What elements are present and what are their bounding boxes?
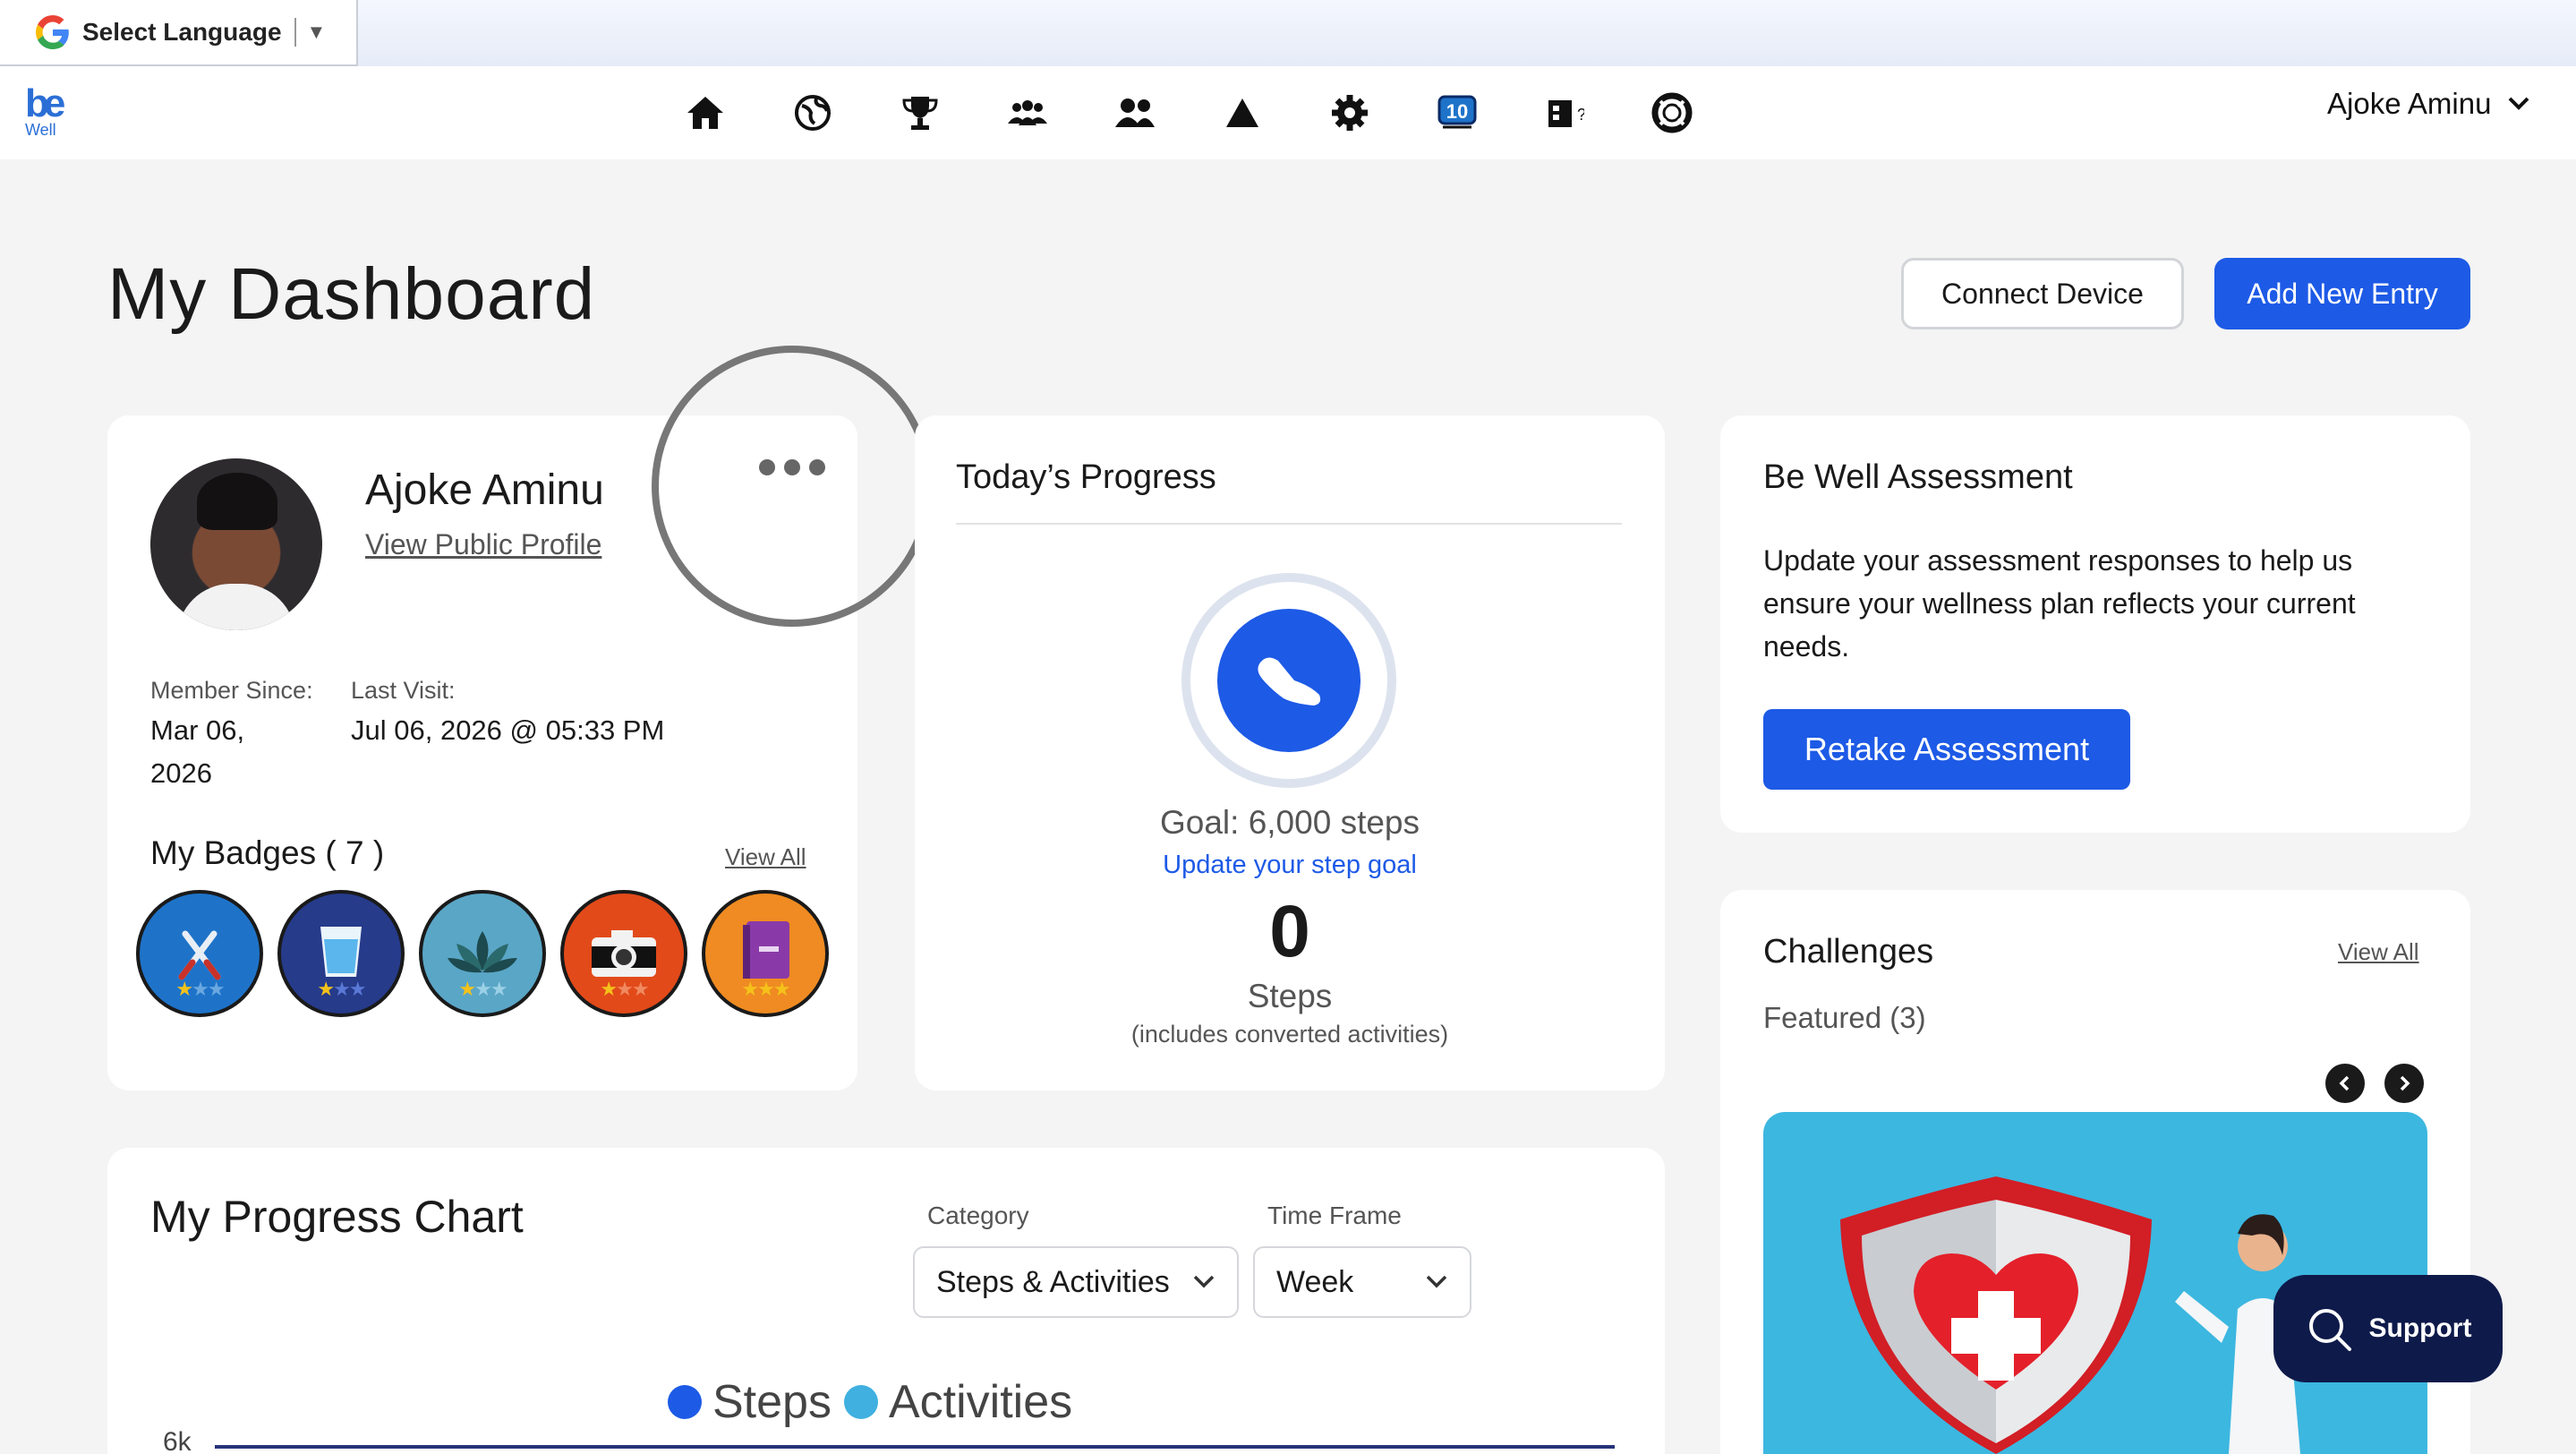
caret-down-icon: ▼ [306,21,327,43]
step-goal: Goal: 6,000 steps [1159,804,1420,841]
triangle-icon[interactable] [1215,86,1269,140]
top-navbar [0,66,2576,159]
add-new-entry-button[interactable]: Add New Entry [2214,258,2470,329]
chevron-right-icon [2400,1075,2410,1091]
carousel-next-button[interactable] [2384,1064,2424,1103]
home-icon[interactable] [678,86,732,140]
bewell-logo[interactable]: be Well [25,81,70,140]
member-since-label: Member Since: [150,677,313,704]
featured-count: Featured (3) [1763,1001,1926,1034]
card-options-menu[interactable] [652,346,933,627]
page-title: My Dashboard [107,253,596,335]
shoe-icon [1258,657,1321,706]
gear-icon[interactable] [1323,86,1377,140]
lotus-icon [448,931,517,973]
challenges-title: Challenges [1763,933,1934,971]
category-label: Category [927,1202,1029,1229]
time-frame-select[interactable]: Week [1253,1246,1471,1318]
progress-chart-title: My Progress Chart [150,1192,524,1242]
ten-badge-icon[interactable]: 10 [1430,86,1484,140]
legend-activities-label[interactable]: Activities [889,1375,1072,1429]
member-since-value-line1: Mar 06, [150,714,245,746]
carousel-prev-button[interactable] [2325,1064,2365,1103]
translate-bar [0,0,2576,66]
last-visit-label: Last Visit: [351,677,456,704]
user-name: Ajoke Aminu [2327,87,2492,120]
logo-subtext: Well [25,121,56,139]
steps-count: 0 [1269,891,1310,972]
legend-steps-label[interactable]: Steps [712,1375,832,1429]
badge-journal[interactable]: ★★★ [702,890,829,1017]
coffee-cup-icon[interactable]: ? [1538,86,1591,140]
profile-name: Ajoke Aminu [365,466,604,514]
more-dots-icon [759,459,825,475]
chart-gridline [215,1445,1615,1449]
update-step-goal-link[interactable]: Update your step goal [915,851,1665,880]
people-icon[interactable] [1108,86,1162,140]
steps-label: Steps [1247,978,1333,1014]
support-button[interactable]: Support [2273,1275,2503,1382]
chevron-down-icon [2509,97,2529,110]
last-visit-value: Jul 06, 2026 @ 05:33 PM [351,714,665,746]
badge-water-glass[interactable]: ★★★ [277,890,405,1017]
svg-text:10: 10 [1446,100,1468,123]
legend-steps-dot [668,1385,702,1419]
badges-view-all-link[interactable]: View All [725,843,806,871]
badges-title: My Badges ( 7 ) [150,834,385,871]
steps-note: (includes converted activities) [1130,1021,1449,1048]
time-frame-label: Time Frame [1267,1202,1402,1229]
lifebuoy-icon[interactable] [1645,86,1699,140]
user-menu[interactable]: Ajoke Aminu [2327,81,2530,127]
divider [956,523,1622,525]
assessment-text: Update your assessment responses to help… [1763,544,2356,663]
challenges-view-all-link[interactable]: View All [2338,938,2419,966]
y-axis-tick: 6k [163,1427,192,1454]
separator [294,18,296,47]
chevron-down-icon [1193,1275,1215,1288]
legend-activities-dot [843,1385,878,1419]
time-frame-value: Week [1276,1264,1354,1299]
category-value: Steps & Activities [936,1264,1170,1299]
badge-lotus[interactable]: ★★★ [419,890,546,1017]
search-icon [2308,1309,2351,1351]
view-public-profile-link[interactable]: View Public Profile [365,528,601,561]
assessment-title: Be Well Assessment [1763,458,2073,496]
svg-text:?: ? [1577,106,1584,124]
retake-assessment-button[interactable]: Retake Assessment [1763,709,2130,790]
language-label: Select Language [82,18,282,46]
groups-icon[interactable] [1001,86,1054,140]
connect-device-button[interactable]: Connect Device [1901,258,2184,329]
steps-ring [1181,573,1396,788]
category-select[interactable]: Steps & Activities [913,1246,1239,1318]
avatar [150,458,322,630]
language-selector[interactable]: Select Language ▼ [0,0,358,66]
badge-fork-knife[interactable]: ★★★ [136,890,263,1017]
chevron-down-icon [1426,1275,1447,1288]
globe-icon[interactable] [786,86,840,140]
chevron-left-icon [2339,1075,2350,1091]
trophy-icon[interactable] [893,86,947,140]
todays-progress-title: Today’s Progress [956,458,1216,496]
member-since-value-line2: 2026 [150,757,212,789]
chart-legend: Steps Activities [668,1375,1072,1429]
support-label: Support [2368,1313,2472,1343]
badge-camera[interactable]: ★★★ [560,890,687,1017]
camera-icon [592,930,656,977]
google-icon [36,15,69,49]
logo-mark: be [25,81,65,125]
